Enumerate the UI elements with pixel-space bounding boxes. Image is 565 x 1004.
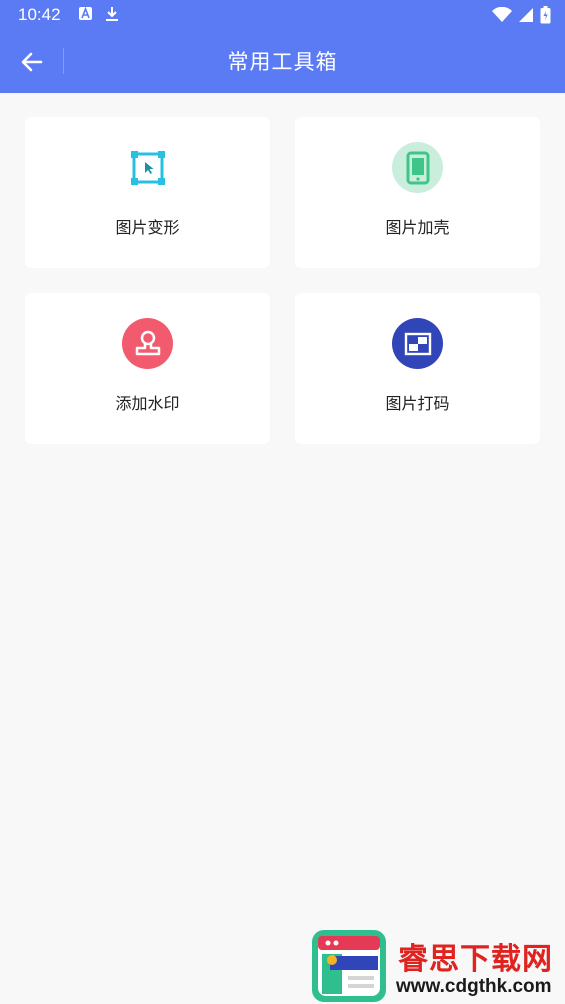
status-time: 10:42 — [18, 5, 61, 24]
battery-icon — [540, 6, 551, 28]
watermark-title: 睿思下载网 — [398, 942, 553, 977]
stamp-icon — [122, 318, 173, 369]
tool-card-add-watermark[interactable]: 添加水印 — [25, 293, 270, 444]
app-notification-icon — [78, 6, 93, 26]
status-bar: 10:42 — [0, 0, 565, 32]
app-header: 10:42 常用工具箱 — [0, 0, 565, 93]
tool-card-image-shell[interactable]: 图片加壳 — [295, 117, 540, 268]
download-icon — [105, 6, 119, 26]
tool-label: 添加水印 — [115, 394, 180, 413]
phone-shell-icon — [392, 142, 443, 193]
tool-label: 图片变形 — [115, 218, 180, 237]
watermark-url: www.cdgthk.com — [396, 976, 552, 997]
tool-card-image-transform[interactable]: 图片变形 — [25, 117, 270, 268]
site-watermark: 睿思下载网 www.cdgthk.com — [312, 928, 565, 1004]
transform-icon — [122, 142, 173, 193]
tool-card-image-mosaic[interactable]: 图片打码 — [295, 293, 540, 444]
tool-label: 图片打码 — [385, 394, 450, 413]
signal-icon — [518, 7, 534, 27]
site-logo-icon — [312, 930, 386, 1002]
page-title: 常用工具箱 — [227, 50, 338, 74]
mosaic-icon — [392, 318, 443, 369]
tool-label: 图片加壳 — [385, 218, 450, 237]
wifi-icon — [492, 6, 512, 27]
